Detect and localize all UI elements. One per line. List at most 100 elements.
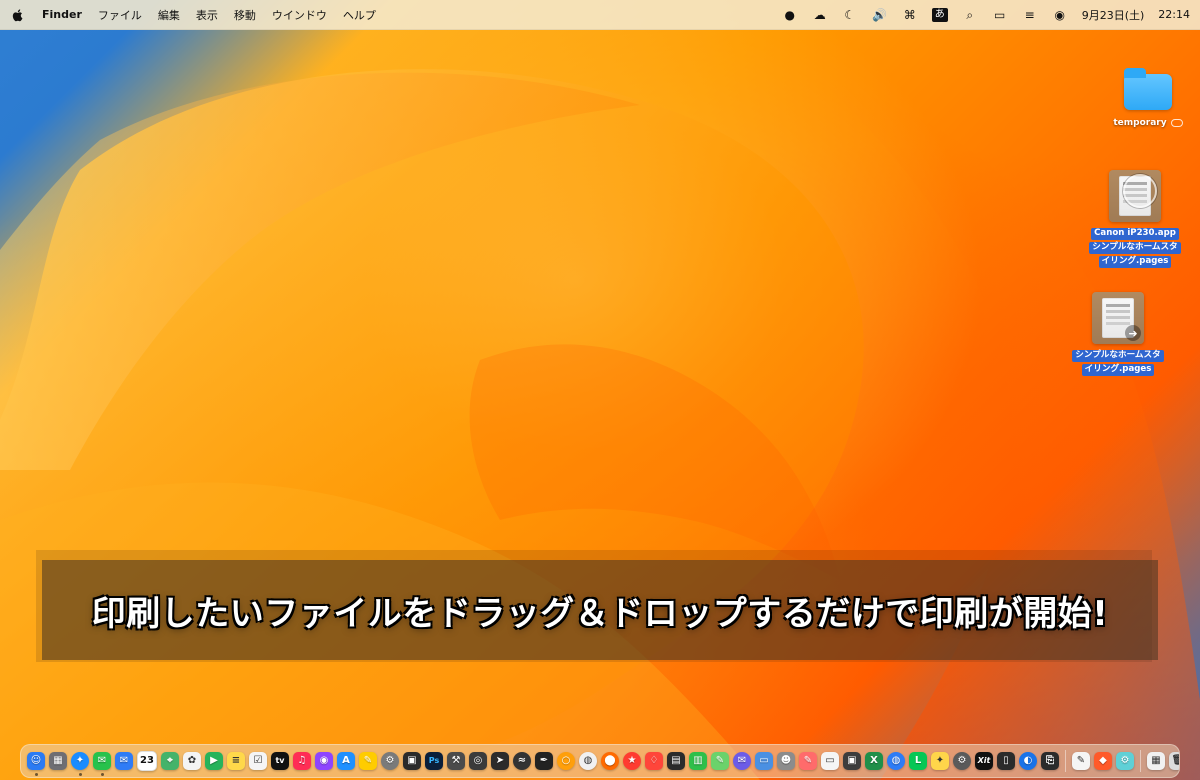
speed-glyph: ◐ [1023,755,1033,766]
music-icon[interactable]: ♫ [293,752,311,770]
xit-icon[interactable]: Xit [975,752,993,770]
menu-edit[interactable]: 編集 [158,7,180,23]
drag-group-labels: Canon iP230.app シンプルなホームスタ イリング.pages [1089,228,1181,268]
menu-file[interactable]: ファイル [98,7,142,23]
notes-icon[interactable]: ≡ [227,752,245,770]
ring-icon[interactable]: ○ [557,752,575,770]
excel-icon[interactable]: X [865,752,883,770]
browser-icon[interactable]: ⬤ [601,752,619,770]
textedit-icon[interactable]: ✎ [1072,752,1090,770]
downloads-glyph: ▦ [1151,755,1161,766]
slides-glyph: ▭ [825,755,835,766]
monitor-icon[interactable]: ▣ [843,752,861,770]
excel-glyph: X [870,755,878,766]
trash-icon[interactable]: 🗑 [1169,752,1179,770]
menu-help[interactable]: ヘルプ [343,7,376,23]
music-glyph: ♫ [297,755,307,766]
safari-icon[interactable]: ✦ [71,752,89,776]
brave-icon[interactable]: ◆ [1094,752,1112,770]
menu-view[interactable]: 表示 [196,7,218,23]
trash-glyph: 🗑 [1169,752,1179,770]
launchpad-glyph: ▦ [53,755,63,766]
siri-icon[interactable]: ◉ [1052,7,1068,23]
speed-icon[interactable]: ◐ [1019,752,1037,770]
desktop-drag-group[interactable]: Canon iP230.app シンプルなホームスタ イリング.pages [1080,170,1190,268]
maps-icon[interactable]: ⌖ [161,752,179,770]
podcasts-glyph: ◉ [319,755,329,766]
mail-icon[interactable]: ✉ [115,752,133,770]
tv-icon[interactable]: tv [271,752,289,770]
menu-window[interactable]: ウインドウ [272,7,327,23]
chrome-icon[interactable]: ◍ [579,752,597,770]
app-menu-finder[interactable]: Finder [42,8,82,21]
menu-bar-date[interactable]: 9月23日(土) [1082,7,1145,23]
menu-go[interactable]: 移動 [234,7,256,23]
running-indicator [100,773,104,776]
apple-icon[interactable] [10,7,26,23]
star-icon[interactable]: ★ [623,752,641,770]
numbers-glyph: ▥ [693,755,703,766]
photos-icon[interactable]: ✿ [183,752,201,770]
settings-icon[interactable]: ⚙ [381,752,399,770]
paint-icon[interactable]: ✎ [711,752,729,770]
downloads-icon[interactable]: ▦ [1147,752,1165,770]
reminders-icon[interactable]: ☑ [249,752,267,770]
finder-icon[interactable]: ☺ [27,752,45,776]
numbers-icon[interactable]: ▥ [689,752,707,770]
utilities-icon[interactable]: ⚙ [1116,752,1134,770]
launchpad-icon[interactable]: ▦ [49,752,67,770]
slides-icon[interactable]: ▭ [821,752,839,770]
cloud-upload-icon[interactable]: ☁ [812,7,828,23]
globe-icon[interactable]: ◍ [887,752,905,770]
safari-glyph: ✦ [75,755,85,766]
document-icon[interactable]: ▤ [667,752,685,770]
chrome-glyph: ◍ [583,755,593,766]
gear2-icon[interactable]: ⚙ [953,752,971,770]
messages-glyph: ✉ [97,755,107,766]
settings-glyph: ⚙ [385,755,395,766]
search-icon[interactable]: ⌕ [962,7,978,23]
messenger-icon[interactable]: ✉ [733,752,751,770]
cursor-icon[interactable]: ➤ [491,752,509,770]
window-icon[interactable]: ▭ [755,752,773,770]
control-center-icon[interactable]: ≡ [1022,7,1038,23]
bulb-icon[interactable]: ✦ [931,752,949,770]
photos-glyph: ✿ [187,755,197,766]
app-store-icon[interactable]: A [337,752,355,770]
command-icon[interactable]: ⌘ [902,7,918,23]
pencil-icon[interactable]: ✎ [359,752,377,770]
tools-icon[interactable]: ⚒ [447,752,465,770]
photoshop-icon[interactable]: Ps [425,752,443,770]
film-icon[interactable]: ▣ [403,752,421,770]
desktop-item-temporary[interactable]: temporary [1109,68,1187,128]
icloud-icon [1170,119,1183,127]
podcasts-icon[interactable]: ◉ [315,752,333,770]
mascot-icon[interactable]: ☻ [777,752,795,770]
messages-icon[interactable]: ✉ [93,752,111,776]
screenshot-icon[interactable]: ◎ [469,752,487,770]
folder-icon[interactable] [1124,68,1172,110]
pages-label-line-1: シンプルなホームスタ [1072,350,1164,362]
volume-icon[interactable]: 🔊 [872,7,888,23]
tools-glyph: ⚒ [451,755,461,766]
menu-bar-time[interactable]: 22:14 [1158,8,1190,21]
save-icon[interactable]: ⎘ [1041,752,1059,770]
calendar-icon[interactable]: 23 [137,751,157,771]
menu-bar-left: Finder ファイル 編集 表示 移動 ウインドウ ヘルプ [10,0,376,29]
desktop-item-pages-file[interactable]: ➜ シンプルなホームスタ イリング.pages [1063,292,1173,376]
drop-icon[interactable]: ♢ [645,752,663,770]
waves-icon[interactable]: ≈ [513,752,531,770]
phone-icon[interactable]: ▯ [997,752,1015,770]
record-icon[interactable]: ● [782,7,798,23]
art-icon[interactable]: ✎ [799,752,817,770]
pen-icon[interactable]: ✒ [535,752,553,770]
pages-file-thumbnail[interactable]: ➜ [1092,292,1144,344]
drag-cursor-ring-icon [1123,174,1157,208]
moon-icon[interactable]: ☾ [842,7,858,23]
film-glyph: ▣ [407,755,417,766]
line-icon[interactable]: L [909,752,927,770]
facetime-icon[interactable]: ▶ [205,752,223,770]
drag-preview-thumbnail[interactable] [1109,170,1161,222]
input-method-icon[interactable]: あ [931,7,948,22]
battery-icon[interactable]: ▭ [992,7,1008,23]
